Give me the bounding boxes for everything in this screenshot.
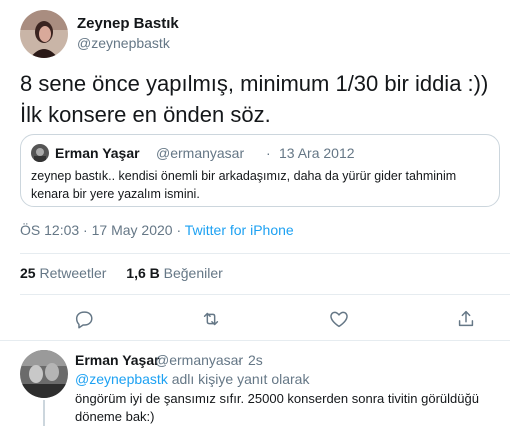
tweet-meta-separator: · [172,222,185,238]
tweet-stats: 25 Retweetler 1,6 B Beğeniler [20,265,239,281]
author-handle[interactable]: @zeynepbastk [77,35,170,51]
tweet-time[interactable]: ÖS 12:03 [20,222,79,238]
quoted-author-handle: @ermanyasar [156,145,245,161]
likes-stat[interactable]: 1,6 B Beğeniler [126,265,223,281]
tweet-source[interactable]: Twitter for iPhone [185,222,294,238]
tweet-text: 8 sene önce yapılmış, minimum 1/30 bir i… [20,71,489,127]
reply-time[interactable]: 2s [248,352,263,368]
retweets-count: 25 [20,265,36,281]
reply-icon[interactable] [73,308,95,330]
quoted-tweet-card[interactable]: Erman Yaşar @ermanyasar · 13 Ara 2012 ze… [20,134,500,207]
retweets-label: Retweetler [39,265,107,281]
reply-separator: · [237,352,242,368]
quoted-separator: · [266,145,271,161]
replying-to-handle[interactable]: @zeynepbastk [75,371,168,387]
reply-text: öngörüm iyi de şansımız sıfır. 25000 kon… [75,391,479,424]
reply-author-handle[interactable]: @ermanyasar [155,352,243,368]
divider [20,253,510,254]
quoted-date: 13 Ara 2012 [279,145,355,161]
author-name[interactable]: Zeynep Bastık [77,15,179,32]
divider [0,340,510,341]
likes-label: Beğeniler [163,265,223,281]
quoted-author-name: Erman Yaşar [55,145,140,161]
reply-author-name[interactable]: Erman Yaşar [75,352,160,368]
tweet-meta: ÖS 12:03 · 17 May 2020 · Twitter for iPh… [20,222,294,238]
replying-to: @zeynepbastk adlı kişiye yanıt olarak [75,371,309,387]
likes-count: 1,6 B [126,265,160,281]
quoted-author-avatar [31,144,49,162]
heart-icon[interactable] [328,308,350,330]
quoted-tweet-text: zeynep bastık.. kendisi önemli bir arkad… [31,169,457,201]
share-icon[interactable] [455,308,477,330]
author-avatar[interactable] [20,10,68,58]
thread-line [43,400,45,426]
retweets-stat[interactable]: 25 Retweetler [20,265,106,281]
tweet-date[interactable]: 17 May 2020 [92,222,173,238]
replying-to-label: adlı kişiye yanıt olarak [167,371,310,387]
divider [20,294,510,295]
tweet-time-date-separator: · [79,222,92,238]
reply-author-avatar[interactable] [20,350,68,398]
retweet-icon[interactable] [200,308,222,330]
